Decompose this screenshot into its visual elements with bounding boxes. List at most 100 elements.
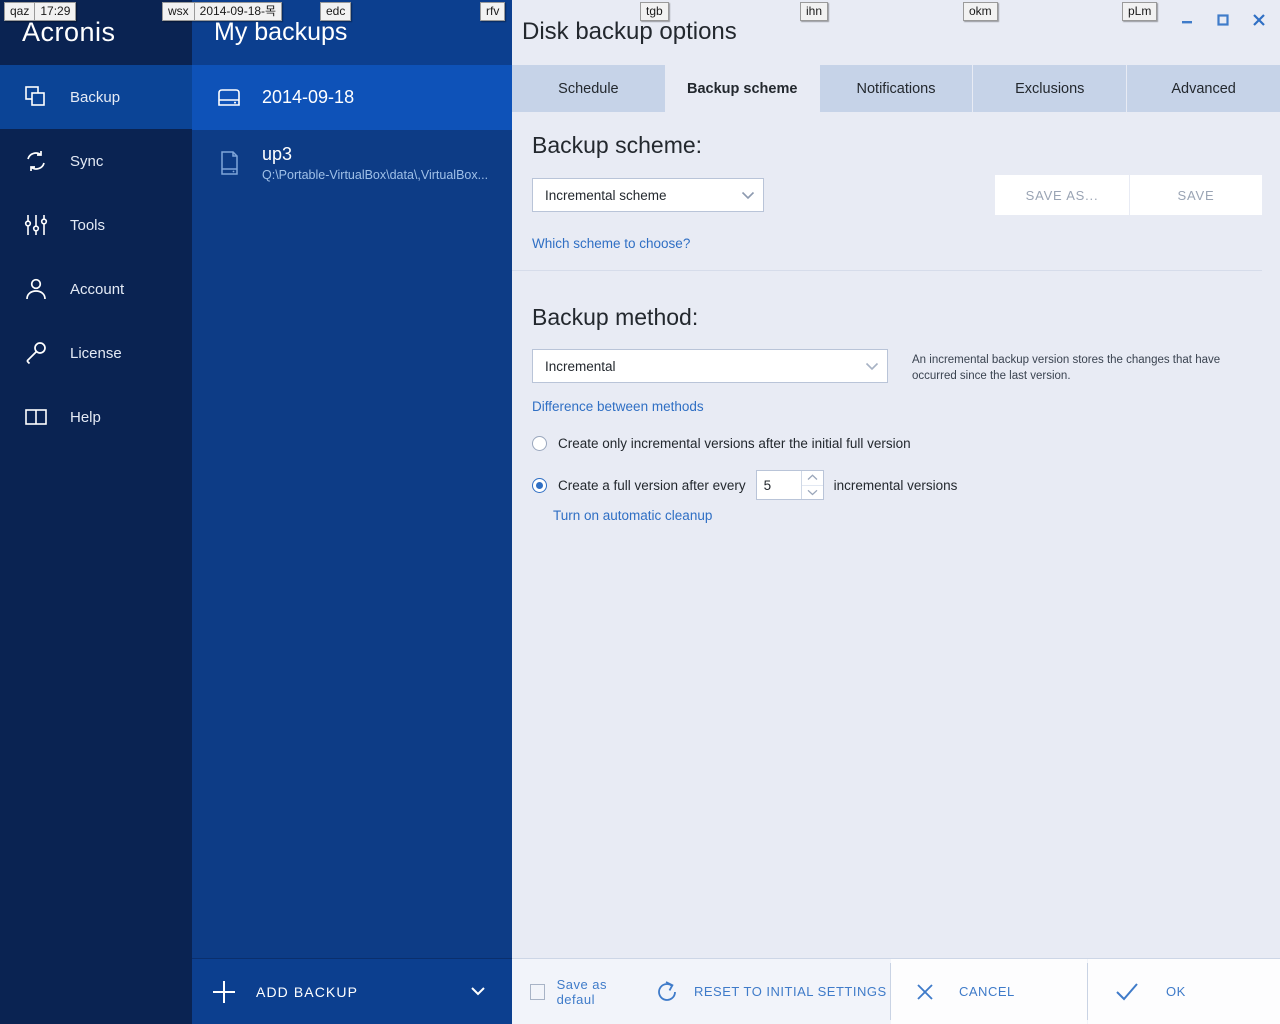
add-backup-button[interactable]: ADD BACKUP [192, 958, 512, 1024]
radio-label-prefix: Create a full version after every [558, 477, 746, 493]
backup-icon [16, 77, 56, 117]
reset-label: RESET TO INITIAL SETTINGS [694, 984, 887, 999]
overlay-tag-key: rfv [480, 2, 506, 21]
check-icon [1088, 981, 1166, 1003]
radio-option-full-every[interactable]: Create a full version after every 5 incr… [532, 470, 957, 500]
chevron-down-icon[interactable] [470, 983, 486, 1001]
save-as-label: SAVE AS... [1025, 187, 1099, 203]
overlay-tag-key: okm [963, 2, 998, 21]
backups-title: My backups [214, 18, 348, 46]
close-button[interactable] [1244, 6, 1274, 34]
reset-icon [640, 979, 694, 1005]
section-divider [512, 270, 1262, 271]
backup-item-title: 2014-09-18 [262, 87, 355, 107]
backup-list-item-disk[interactable]: 2014-09-18 [192, 65, 512, 130]
radio-button[interactable] [532, 477, 547, 493]
automatic-cleanup-link[interactable]: Turn on automatic cleanup [553, 508, 712, 523]
overlay-tag-key: wsx [162, 2, 195, 21]
sidebar-item-tools[interactable]: Tools [0, 193, 192, 257]
scheme-heading: Backup scheme: [532, 132, 703, 158]
method-hint: An incremental backup version stores the… [912, 354, 1221, 382]
plus-icon [192, 977, 256, 1007]
tab-label: Advanced [1171, 80, 1236, 97]
backup-item-text: up3 Q:\Portable-VirtualBox\data\,Virtual… [262, 144, 488, 182]
tab-content-backup-scheme: Backup scheme: Incremental scheme Which … [512, 112, 1280, 958]
add-backup-label: ADD BACKUP [256, 983, 359, 1000]
overlay-tag-key: edc [320, 2, 352, 21]
overlay-tag-key: pLm [1122, 2, 1158, 21]
overlay-tag-value: 2014-09-18-목 [194, 2, 283, 21]
scheme-select[interactable]: Incremental scheme [532, 178, 764, 212]
disk-icon [206, 75, 252, 121]
tab-notifications[interactable]: Notifications [819, 65, 974, 112]
sidebar-item-account[interactable]: Account [0, 257, 192, 321]
cancel-button[interactable]: CANCEL [891, 959, 1087, 1024]
close-icon [891, 981, 959, 1003]
sync-icon [16, 141, 56, 181]
save-button[interactable]: SAVE [1130, 175, 1262, 215]
save-as-default-checkbox-row[interactable]: Save as defaul [512, 959, 640, 1024]
backups-panel: My backups 2014-09-18 up3 Q:\Portable-Vi… [192, 0, 512, 1024]
overlay-tag-key: ihn [800, 2, 829, 21]
sidebar-item-help[interactable]: Help [0, 385, 192, 449]
sidebar-item-sync[interactable]: Sync [0, 129, 192, 193]
sidebar-item-label: Sync [70, 152, 104, 170]
tab-bar: Schedule Backup scheme Notifications Exc… [512, 65, 1280, 112]
scheme-select-value: Incremental scheme [545, 187, 667, 203]
method-select[interactable]: Incremental [532, 349, 888, 383]
maximize-button[interactable] [1208, 6, 1238, 34]
backup-item-path: Q:\Portable-VirtualBox\data\,VirtualBox.… [262, 168, 489, 182]
tab-label: Exclusions [1015, 80, 1085, 97]
account-icon [16, 269, 56, 309]
overlay-tag-okm: okm [963, 2, 998, 21]
overlay-tag-key: tgb [640, 2, 669, 21]
radio-label-suffix: incremental versions [833, 477, 958, 493]
sidebar-item-label: License [70, 344, 122, 362]
radio-button[interactable] [532, 436, 547, 451]
overlay-tag-rfv: rfv [480, 2, 506, 21]
reset-to-initial-settings-button[interactable]: RESET TO INITIAL SETTINGS [640, 959, 890, 1024]
sidebar-item-label: Account [70, 280, 125, 298]
window-controls [1172, 6, 1274, 34]
overlay-tag-wsx: wsx 2014-09-18-목 [162, 2, 283, 21]
license-key-icon [16, 333, 56, 373]
tab-schedule[interactable]: Schedule [512, 65, 666, 112]
sidebar-item-label: Help [70, 408, 101, 426]
interval-stepper[interactable]: 5 [755, 470, 824, 500]
radio-label: Create only incremental versions after t… [558, 436, 911, 451]
difference-between-methods-link[interactable]: Difference between methods [532, 399, 704, 414]
backup-list-item-file[interactable]: up3 Q:\Portable-VirtualBox\data\,Virtual… [192, 130, 512, 196]
backup-item-text: 2014-09-18 [262, 87, 354, 108]
interval-value[interactable]: 5 [757, 471, 801, 499]
overlay-tag-qaz: qaz 17:29 [4, 2, 77, 21]
overlay-tag-ihn: ihn [800, 2, 829, 21]
tab-exclusions[interactable]: Exclusions [973, 65, 1128, 112]
radio-option-incremental-only[interactable]: Create only incremental versions after t… [532, 436, 911, 451]
which-scheme-link[interactable]: Which scheme to choose? [532, 236, 690, 251]
stepper-up-icon[interactable] [801, 471, 823, 486]
save-as-button[interactable]: SAVE AS... [995, 175, 1129, 215]
stepper-arrows [800, 471, 823, 500]
chevron-down-icon [741, 188, 755, 203]
stepper-down-icon[interactable] [802, 486, 823, 500]
page-title: Disk backup options [522, 18, 737, 45]
tools-icon [16, 205, 56, 245]
checkbox[interactable] [530, 983, 545, 1000]
sidebar-item-license[interactable]: License [0, 321, 192, 385]
method-heading: Backup method: [532, 304, 699, 330]
save-as-default-label: Save as defaul [556, 976, 608, 1007]
sidebar-item-backup[interactable]: Backup [0, 65, 192, 129]
overlay-tag-value: 17:29 [35, 2, 77, 21]
help-book-icon [16, 397, 56, 437]
sidebar-item-label: Tools [70, 216, 106, 234]
sidebar: Acronis Backup Sync Tools Account Licens… [0, 0, 192, 1024]
tab-backup-scheme[interactable]: Backup scheme [665, 65, 820, 112]
minimize-button[interactable] [1172, 6, 1202, 34]
ok-button[interactable]: OK [1088, 959, 1280, 1024]
chevron-down-icon [865, 359, 879, 374]
acronis-window: Acronis Backup Sync Tools Account Licens… [0, 0, 1280, 1024]
tab-label: Notifications [856, 80, 936, 97]
dialog-action-bar: Save as defaul RESET TO INITIAL SETTINGS… [512, 958, 1280, 1024]
ok-label: OK [1166, 984, 1186, 999]
tab-advanced[interactable]: Advanced [1127, 65, 1280, 112]
